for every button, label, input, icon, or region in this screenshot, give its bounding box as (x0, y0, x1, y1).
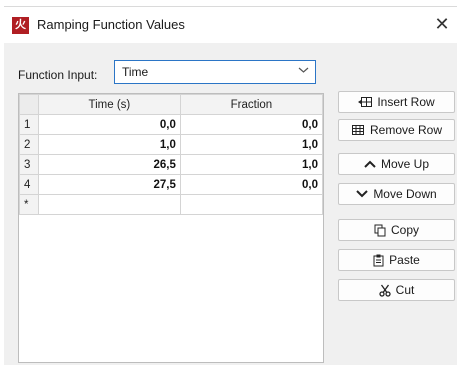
chevron-up-icon (364, 159, 376, 169)
remove-row-label: Remove Row (369, 123, 443, 137)
remove-row-icon (351, 124, 365, 136)
title-bar: 火 Ramping Function Values ✕ (4, 7, 457, 43)
scissors-icon (379, 284, 391, 297)
row-header[interactable]: 4 (19, 174, 39, 195)
time-cell[interactable]: 26,5 (37, 154, 181, 175)
time-cell[interactable]: 1,0 (37, 134, 181, 155)
values-table: Time (s) Fraction 1 0,0 0,0 2 1,0 1,0 3 … (19, 94, 324, 215)
paste-button[interactable]: Paste (338, 249, 455, 271)
table-row: 2 1,0 1,0 (19, 134, 324, 155)
ramping-function-dialog: 火 Ramping Function Values ✕ Function Inp… (4, 6, 457, 365)
paste-label: Paste (389, 253, 420, 267)
insert-row-label: Insert Row (377, 95, 435, 109)
move-up-button[interactable]: Move Up (338, 153, 455, 175)
app-icon: 火 (12, 17, 29, 34)
column-header-fraction[interactable]: Fraction (179, 94, 324, 115)
cut-label: Cut (395, 283, 415, 297)
fraction-cell[interactable]: 0,0 (179, 174, 324, 195)
corner-cell (19, 94, 39, 115)
clipboard-icon (373, 254, 384, 267)
fraction-cell[interactable]: 1,0 (179, 154, 324, 175)
header-row: Time (s) Fraction (19, 94, 324, 115)
time-cell[interactable]: 0,0 (37, 114, 181, 135)
cut-button[interactable]: Cut (338, 279, 455, 301)
move-up-label: Move Up (380, 157, 430, 171)
chevron-down-icon (356, 189, 369, 199)
fraction-cell-new[interactable] (179, 194, 324, 215)
row-header[interactable]: 1 (19, 114, 39, 135)
row-header[interactable]: 2 (19, 134, 39, 155)
function-input-label: Function Input: (18, 68, 98, 82)
new-row-marker[interactable]: * (19, 194, 39, 215)
table-row: 3 26,5 1,0 (19, 154, 324, 175)
move-down-button[interactable]: Move Down (338, 183, 455, 205)
fraction-cell[interactable]: 1,0 (179, 134, 324, 155)
copy-label: Copy (390, 223, 419, 237)
copy-button[interactable]: Copy (338, 219, 455, 241)
time-cell-new[interactable] (37, 194, 181, 215)
values-grid[interactable]: Time (s) Fraction 1 0,0 0,0 2 1,0 1,0 3 … (18, 93, 324, 363)
move-down-label: Move Down (373, 187, 437, 201)
column-header-time[interactable]: Time (s) (37, 94, 181, 115)
insert-row-icon (358, 96, 373, 108)
function-input-value: Time (122, 65, 149, 79)
copy-icon (374, 224, 386, 237)
remove-row-button[interactable]: Remove Row (338, 119, 455, 141)
row-header[interactable]: 3 (19, 154, 39, 175)
table-row: 1 0,0 0,0 (19, 114, 324, 135)
table-row: 4 27,5 0,0 (19, 174, 324, 195)
time-cell[interactable]: 27,5 (37, 174, 181, 195)
chevron-down-icon (298, 64, 309, 78)
window-title: Ramping Function Values (37, 17, 185, 32)
fraction-cell[interactable]: 0,0 (179, 114, 324, 135)
insert-row-button[interactable]: Insert Row (338, 91, 455, 113)
close-icon[interactable]: ✕ (431, 13, 453, 35)
function-input-select[interactable]: Time (114, 60, 316, 84)
new-row: * (19, 194, 324, 215)
